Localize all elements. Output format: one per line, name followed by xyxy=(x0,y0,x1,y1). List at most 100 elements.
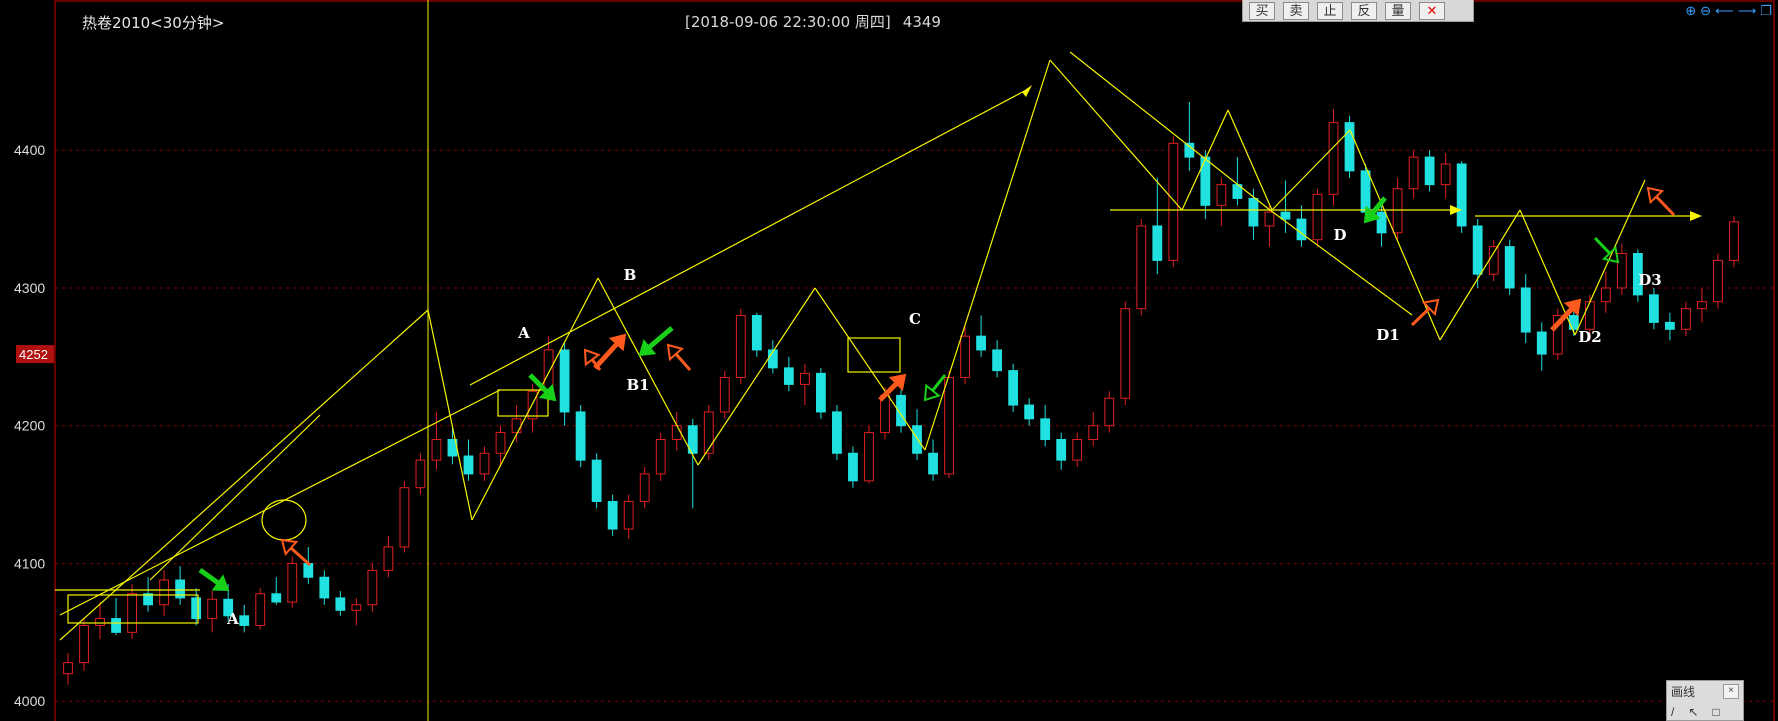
draw-line-panel: 画线 × / ↖ □ xyxy=(1666,680,1744,721)
y-tick-label: 4100 xyxy=(14,555,45,571)
candle-body xyxy=(1616,253,1627,289)
arrow-tool-icon[interactable]: ↖ xyxy=(1688,705,1698,719)
candle-body xyxy=(848,452,858,482)
buy-button[interactable]: 买 xyxy=(1249,1,1275,20)
y-tick-label: 4400 xyxy=(14,142,45,158)
candle xyxy=(832,405,842,461)
candle-body xyxy=(655,438,666,475)
candle-body xyxy=(944,377,954,475)
draw-tools: / ↖ □ xyxy=(1671,705,1720,719)
candle-body xyxy=(671,425,682,440)
arrow-right-icon[interactable]: ⟶ xyxy=(1738,3,1757,19)
candle-body xyxy=(479,452,490,475)
candle-body xyxy=(495,432,506,454)
candle-body xyxy=(527,390,538,420)
y-tick-label: 4300 xyxy=(14,280,45,296)
candle-body xyxy=(1088,425,1099,440)
chart-nav-icons: ⊕ ⊖ ⟵ ⟶ ❐ xyxy=(1685,3,1772,19)
candle-body xyxy=(319,576,330,599)
line-tool-icon[interactable]: / xyxy=(1671,705,1674,719)
candle-body xyxy=(960,335,970,378)
candle-body xyxy=(1504,246,1515,289)
candle-body xyxy=(976,335,987,351)
annotation-label: A xyxy=(226,610,239,628)
zoom-in-icon[interactable]: ⊕ xyxy=(1685,3,1696,19)
candlestick-chart[interactable]: 4000 4100 4200 4300 4400 4252 A A B B1 C D D1 D2 D3 xyxy=(0,0,1778,721)
candle-body xyxy=(1072,438,1083,461)
candle xyxy=(751,312,762,357)
candle-body xyxy=(703,411,714,454)
restore-icon[interactable]: ❐ xyxy=(1760,3,1772,19)
reverse-button[interactable]: 反 xyxy=(1351,1,1377,20)
candle-body xyxy=(1408,156,1419,190)
candle xyxy=(1729,216,1739,268)
candle-body xyxy=(1456,163,1467,227)
candle xyxy=(1008,363,1019,412)
zoom-out-icon[interactable]: ⊖ xyxy=(1700,3,1711,19)
candle-body xyxy=(815,372,826,413)
sell-button[interactable]: 卖 xyxy=(1283,1,1309,20)
y-tick-label: 4000 xyxy=(14,693,45,709)
candle-body xyxy=(63,662,73,675)
rect-tool-icon[interactable]: □ xyxy=(1712,705,1719,719)
close-x-icon[interactable]: ✕ xyxy=(1419,1,1445,20)
candle-body xyxy=(799,372,810,385)
candle-body xyxy=(127,593,137,633)
candle-body xyxy=(79,624,89,664)
annotation-label: D1 xyxy=(1376,326,1399,344)
candle-body xyxy=(1152,225,1163,261)
candle xyxy=(1552,308,1563,360)
candle-body xyxy=(1040,418,1051,440)
candle-body xyxy=(351,604,362,611)
annotation-label: A xyxy=(517,324,530,342)
candle-body xyxy=(1216,184,1227,206)
candle-body xyxy=(287,562,298,603)
candle-body xyxy=(431,438,442,461)
candle-body xyxy=(639,473,650,502)
annotation-label: B1 xyxy=(626,376,649,394)
candle-body xyxy=(607,500,618,530)
candle-body xyxy=(383,546,394,571)
candle xyxy=(1312,188,1323,247)
quantity-button[interactable]: 量 xyxy=(1385,1,1411,20)
candle-body xyxy=(1024,404,1035,420)
candle xyxy=(944,370,954,479)
candle xyxy=(864,425,874,484)
crosshair-datetime: [2018-09-06 22:30:00 周四] xyxy=(685,13,891,31)
candle-body xyxy=(751,315,762,351)
candle-body xyxy=(1681,308,1691,330)
candle-body xyxy=(255,593,266,626)
candle xyxy=(1456,161,1467,233)
candle-body xyxy=(623,500,634,530)
candle-body xyxy=(1440,163,1451,186)
candle xyxy=(399,480,410,553)
annotation-label: C xyxy=(909,310,921,328)
candle-body xyxy=(207,598,218,620)
candle-body xyxy=(1520,287,1531,333)
annotation-label: D xyxy=(1333,226,1346,244)
candle-body xyxy=(303,562,314,578)
candle xyxy=(575,405,586,468)
draw-panel-close-button[interactable]: × xyxy=(1723,684,1739,699)
candle xyxy=(896,389,906,433)
candle xyxy=(255,588,266,630)
candle-body xyxy=(1376,211,1387,234)
candle xyxy=(287,556,298,608)
arrow-left-icon[interactable]: ⟵ xyxy=(1715,3,1734,19)
candle-body xyxy=(719,377,730,413)
candle-body xyxy=(367,569,378,606)
candle-body xyxy=(1184,142,1195,158)
candle-body xyxy=(1536,331,1547,355)
candle xyxy=(1168,136,1179,268)
candle-body xyxy=(1488,246,1499,275)
candle-body xyxy=(1568,315,1579,330)
candle-body xyxy=(928,452,938,475)
stop-button[interactable]: 止 xyxy=(1317,1,1343,20)
candle xyxy=(1344,115,1355,178)
candle-body xyxy=(1584,301,1595,330)
candle-body xyxy=(1697,301,1707,310)
candle-body xyxy=(591,459,602,502)
crosshair-info: [2018-09-06 22:30:00 周四] 4349 xyxy=(685,11,941,32)
candle xyxy=(815,367,826,419)
candle-body xyxy=(992,349,1003,372)
